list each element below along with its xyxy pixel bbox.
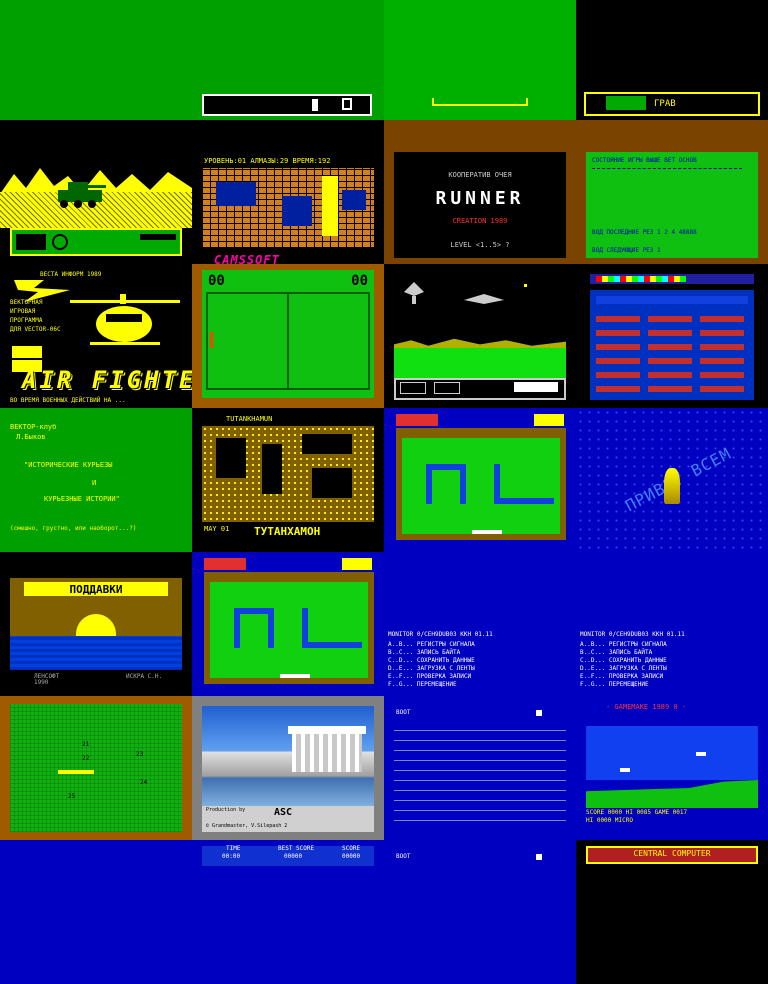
status-line: УРОВЕНЬ:01 АЛМАЗЫ:29 ВРЕМЯ:192	[204, 157, 331, 165]
tile-monitor-1[interactable]: MONITOR 0/CEH9DUB03 KKH 01.11 A..B... РЕ…	[384, 552, 576, 696]
monitor-header: MONITOR 0/CEH9DUB03 KKH 01.11	[580, 631, 685, 638]
monitor-line: C..D... СОХРАНИТЬ ДАННЫЕ	[580, 657, 667, 664]
tile-level-game[interactable]: УРОВЕНЬ:01 АЛМАЗЫ:29 ВРЕМЯ:192 CAMSSOFT	[192, 120, 384, 264]
monitor-line: F..G... ПЕРЕМЕЩЕНИЕ	[580, 681, 649, 688]
tile-snake[interactable]	[384, 408, 576, 552]
runner-title: RUNNER	[435, 188, 525, 209]
terminal-line: ВОД ПОСЛЕДНИЕ РЕЗ 1 2 4 48888	[592, 229, 697, 236]
mine-mark: 22	[82, 755, 90, 762]
menu-line: ИГРОВАЯ	[10, 308, 36, 315]
footer-text: ВО ВРЕМЯ ВОЕННЫХ ДЕЙСТВИЙ НА ...	[10, 397, 126, 404]
tile-boot-1[interactable]: BOOT	[384, 696, 576, 840]
game-title: AIR FIGHTER	[22, 366, 192, 394]
boot-label: BOOT	[396, 709, 411, 716]
tile-gamemake[interactable]: - GAMEMAKE 1989 0 - SCORE 0000 HI 0085 G…	[576, 696, 768, 840]
monitor-line: B..C... ЗАПИСЬ БАЙТА	[388, 649, 461, 656]
tile-air-fighter[interactable]: ВЕСТА ИНФОРМ 1989 ВЕКТОРНАЯ ИГРОВАЯ ПРОГ…	[0, 264, 192, 408]
tile-bottom-1[interactable]	[0, 840, 192, 984]
monitor-line: A..B... РЕГИСТРЫ СИГНАЛА	[388, 641, 475, 648]
mine-mark: 23	[136, 751, 144, 758]
central-title: CENTRAL COMPUTER	[633, 849, 711, 858]
tile-central[interactable]: CENTRAL COMPUTER	[576, 840, 768, 984]
runner-credit: КООПЕРАТИВ ОЧЕЯ	[448, 171, 512, 179]
monitor-line: A..B... РЕГИСТРЫ СИГНАЛА	[580, 641, 667, 648]
monitor-line: E..F... ПРОВЕРКА ЗАПИСИ	[388, 673, 472, 680]
gamemake-status: HI 0000 MICRO	[586, 817, 633, 824]
value-best: 00000	[284, 853, 303, 860]
logo: CAMSSOFT	[214, 253, 280, 264]
terminal-line: ВОД СЛЕДУЮЩИЕ РЕЗ 1	[592, 247, 661, 254]
menu-line: ВЕКТОРНАЯ	[10, 299, 43, 306]
tank-sprite	[58, 182, 106, 208]
game-title: ПОДДАВКИ	[69, 583, 123, 596]
text-line: (смешно, грустно, или наоборот...?)	[10, 525, 137, 532]
tile-runner[interactable]: КООПЕРАТИВ ОЧЕЯ RUNNER CREATION 1989 LEV…	[384, 120, 576, 264]
tile-podavki[interactable]: ПОДДАВКИ ЛЕНСОФТ 1990 ИСКРА С.Н.	[0, 552, 192, 696]
terminal-line: СОСТОЯНИЕ ИГРЫ ВЫШЕ ВЕТ ОСНОВ	[592, 157, 697, 164]
ships-sprites	[404, 282, 527, 304]
credit: Production by	[206, 807, 246, 813]
studio-logo: ASC	[274, 807, 293, 818]
mine-mark: 25	[68, 793, 76, 800]
tile-tank-game[interactable]	[0, 120, 192, 264]
tile-boot-2[interactable]: BOOT	[384, 840, 576, 984]
label-best: BEST SCORE	[278, 845, 315, 852]
monitor-line: B..C... ЗАПИСЬ БАЙТА	[580, 649, 653, 656]
monitor-line: C..D... СОХРАНИТЬ ДАННЫЕ	[388, 657, 475, 664]
tile-top-1[interactable]	[0, 0, 192, 120]
score-left: 00	[208, 273, 225, 289]
tile-score-bar[interactable]: TIME BEST SCORE SCORE 00:00 00000 00000	[192, 840, 384, 984]
photo-footer: © Grandmaster, V.Silepash 2	[206, 823, 288, 829]
gamemake-title: - GAMEMAKE 1989 0 -	[606, 703, 687, 711]
monitor-line: E..F... ПРОВЕРКА ЗАПИСИ	[580, 673, 664, 680]
gamemake-status: SCORE 0000 HI 0085 GAME 0017	[586, 809, 688, 816]
score-right: 00	[351, 273, 368, 289]
mine-mark: 24	[140, 779, 148, 786]
runner-subtitle: CREATION 1989	[452, 217, 508, 225]
tile-terminal-green[interactable]: СОСТОЯНИЕ ИГРЫ ВЫШЕ ВЕТ ОСНОВ ВОД ПОСЛЕД…	[576, 120, 768, 264]
game-title: ТУТАНХАМОН	[254, 525, 321, 538]
screenshot-grid: ГРАВ УРОВЕНЬ:01 АЛМАЗЫ:29 ВРЕМЯ:192 CAMS…	[0, 0, 768, 984]
text-line: ВЕКТОР-клуб	[10, 423, 57, 431]
menu-line: ДЛЯ VECTOR-06C	[10, 326, 61, 333]
tile-pong[interactable]: 00 00	[192, 264, 384, 408]
runner-level: LEVEL <1..5> ?	[450, 241, 510, 249]
tile-spiral[interactable]: ПРИВЕТ ВСЕМ	[576, 408, 768, 552]
tile-inventory[interactable]	[576, 264, 768, 408]
header-text: TUTANKHAMUN	[226, 415, 273, 423]
tile-monitor-2[interactable]: MONITOR 0/CEH9DUB03 KKH 01.11 A..B... РЕ…	[576, 552, 768, 696]
tile-photo[interactable]: Production by ASC © Grandmaster, V.Silep…	[192, 696, 384, 840]
menu-line: ПРОГРАММА	[10, 317, 43, 324]
monitor-header: MONITOR 0/CEH9DUB03 KKH 01.11	[388, 631, 493, 638]
text-line: Л.Быков	[16, 433, 46, 441]
monitor-line: F..G... ПЕРЕМЕЩЕНИЕ	[388, 681, 457, 688]
text-line: И	[92, 479, 97, 487]
label-score: SCORE	[342, 845, 361, 852]
helicopter-sprite	[70, 294, 180, 345]
credit-left: ЛЕНСОФТ 1990	[34, 673, 60, 686]
value-time: 00:00	[222, 853, 241, 860]
tile-top-3[interactable]	[384, 0, 576, 120]
paddle-left	[210, 332, 213, 348]
credit-right: ИСКРА С.Н.	[126, 673, 163, 680]
monitor-line: D..E... ЗАГРУЗКА С ЛЕНТЫ	[580, 665, 667, 672]
tile-minefield[interactable]: 21 22 23 24 25	[0, 696, 192, 840]
tile-top-2[interactable]	[192, 0, 384, 120]
counter: MAY 01	[204, 525, 230, 533]
tile-curiosities[interactable]: ВЕКТОР-клуб Л.Быков "ИСТОРИЧЕСКИЕ КУРЬЕЗ…	[0, 408, 192, 552]
label-time: TIME	[226, 845, 241, 852]
snake-body	[58, 770, 94, 774]
tile-tutankhamun[interactable]: TUTANKHAMUN MAY 01 ТУТАНХАМОН	[192, 408, 384, 552]
tile-invaders[interactable]	[384, 264, 576, 408]
tile-snake-2[interactable]	[192, 552, 384, 696]
tile-top-4[interactable]: ГРАВ	[576, 0, 768, 120]
boot-label: BOOT	[396, 853, 411, 860]
value-score: 00000	[342, 853, 361, 860]
text-line: КУРЬЕЗНЫЕ ИСТОРИИ"	[44, 495, 120, 503]
text-line: "ИСТОРИЧЕСКИЕ КУРЬЕЗЫ	[24, 461, 113, 469]
monitor-line: D..E... ЗАГРУЗКА С ЛЕНТЫ	[388, 665, 475, 672]
mine-mark: 21	[82, 741, 90, 748]
